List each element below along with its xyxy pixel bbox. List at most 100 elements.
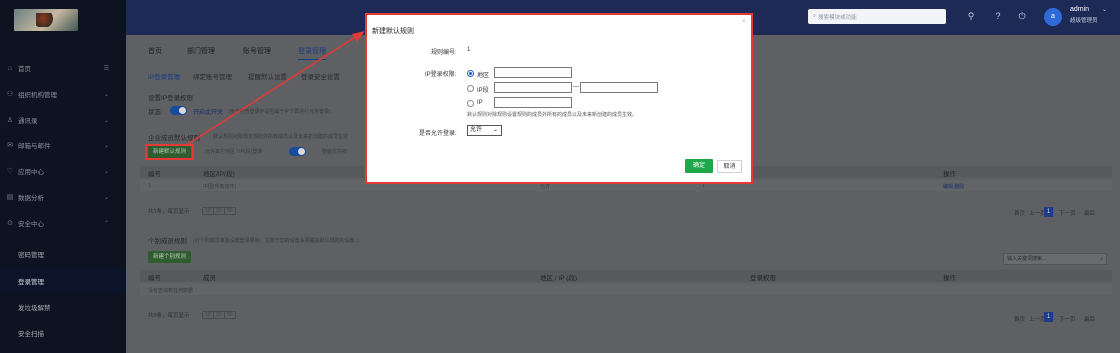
col-member: 成员 (203, 275, 216, 282)
pager-next[interactable]: 下一页 (1059, 315, 1076, 323)
sidebar-item-org[interactable]: ⚇ 组织机构管理 ⌄ (0, 81, 126, 107)
chevron-down-icon: ⌄ (103, 142, 109, 149)
mail-icon: ✉ (7, 142, 13, 149)
sidebar-item-home[interactable]: ⌂ 首页 ☰ (0, 55, 126, 81)
col-region: 地区/IP(段) (203, 171, 235, 178)
chevron-down-icon: ⌄ (103, 194, 109, 201)
subtab-ip-login[interactable]: IP登录管理 (148, 71, 180, 81)
ip-perm-label: IP登录权限: (425, 72, 457, 78)
pager-first[interactable]: 首页 (1014, 315, 1025, 323)
chart-icon: ▤ (6, 194, 14, 201)
col-region-ip: 地区 / IP (段) (540, 275, 578, 282)
power-icon[interactable]: ⏻ (1016, 10, 1028, 22)
ip-input[interactable] (494, 97, 572, 108)
sidebar-item-label: 通讯录 (18, 118, 38, 125)
home-icon: ⌂ (7, 64, 13, 72)
radio-ip[interactable] (467, 100, 474, 107)
row-id: 1 (148, 183, 151, 189)
sidebar-item-mail[interactable]: ✉ 邮箱与邮件 ⌄ (0, 132, 126, 158)
pager-first[interactable]: 首页 (1014, 209, 1025, 217)
chevron-down-icon: ⌄ (103, 91, 109, 98)
rule-note: 默认规则对除规则设置规则的成员外所有的成员以及未来新创建的成员生效。 (467, 112, 638, 118)
pager-next[interactable]: 下一页 (1059, 209, 1076, 217)
col-login-perm: 登录权限 (750, 275, 776, 282)
sidebar-item-label: 首页 (18, 66, 31, 73)
sidebar-item-apps[interactable]: ♡ 应用中心 ⌄ (0, 158, 126, 184)
page-size-50[interactable]: 50 (224, 207, 236, 215)
rule-no-value: 1 (467, 47, 471, 53)
cancel-button[interactable]: 取消 (717, 160, 742, 173)
annotation-arrow (187, 31, 365, 145)
sidebar-item-label: 数据分析 (18, 195, 44, 202)
row-permission: 允许 (540, 184, 551, 190)
pager-current[interactable]: 1 (1044, 312, 1053, 322)
sidebar-item-contacts[interactable]: ♙ 通讯录 ⌄ (0, 107, 126, 133)
table-row (140, 284, 1112, 295)
ip-range-end-input[interactable] (580, 82, 658, 93)
tab-home[interactable]: 首页 (148, 46, 162, 56)
ip-range-start-input[interactable] (494, 82, 572, 93)
sidebar-subitem-password[interactable]: 密码管理 (0, 241, 126, 266)
rule-no-label: 规则编号: (431, 50, 457, 56)
dialog-title: 新建默认规则 (372, 28, 414, 35)
menu-collapse-icon[interactable]: ☰ (104, 65, 109, 72)
chevron-down-icon[interactable]: ⌄ (1102, 6, 1107, 13)
row-actions-edit-delete[interactable]: 编辑 删除 (943, 183, 964, 190)
page-size-20[interactable]: 20 (213, 311, 225, 319)
row-region: 中国(所有省市) (203, 184, 237, 190)
radio-region-label: 地区 (477, 73, 490, 79)
add-member-rule-button[interactable]: 新建个别规则 (148, 251, 192, 263)
chevron-down-icon: ⌄ (103, 117, 109, 124)
search-icon[interactable]: ⌕ (1100, 254, 1103, 264)
empty-state: 没有查询到任何数据 (148, 288, 194, 294)
keyword-search-input[interactable]: 输入关键词搜索... ⌕ (1003, 253, 1107, 265)
chevron-down-icon: ⌄ (103, 168, 109, 175)
search-placeholder: 搜索模块或功能 (818, 14, 857, 21)
contacts-icon: ♙ (6, 117, 14, 124)
radio-ip-range-label: IP段 (477, 88, 489, 94)
pager-current[interactable]: 1 (1044, 207, 1053, 217)
sidebar-item-label: 邮箱与邮件 (18, 143, 51, 150)
sidebar-item-label: 组织机构管理 (18, 92, 57, 99)
page-size-20[interactable]: 20 (213, 207, 225, 215)
search-icon: ⌕ (813, 13, 817, 19)
username[interactable]: admin (1070, 6, 1089, 13)
pager-last[interactable]: 最后 (1084, 209, 1095, 217)
radio-region[interactable] (467, 70, 474, 77)
status-label: 状态: (148, 109, 163, 116)
company-logo (14, 9, 78, 31)
avatar[interactable]: a (1044, 8, 1062, 26)
sidebar-subitem-scan[interactable]: 安全扫描 (0, 320, 126, 345)
sidebar-subitem-spam-unblock[interactable]: 发垃圾解禁 (0, 294, 126, 319)
sidebar-item-label: 安全中心 (18, 221, 44, 228)
region-input[interactable] (494, 67, 572, 78)
sidebar-item-security[interactable]: ⊙ 安全中心 ⌃ (0, 210, 126, 236)
app-icon: ♡ (6, 168, 14, 175)
allow-login-label: 是否允许登录: (419, 131, 457, 137)
member-rules-title: 个别成员规则 (148, 238, 187, 245)
member-rules-hint: (对个别成员单独设置登录限制，生效于您的设置会更覆盖默认规则的设置。) (193, 238, 359, 244)
keyword-placeholder: 输入关键词搜索... (1007, 256, 1047, 262)
radio-ip-range[interactable] (467, 85, 474, 92)
col-actions: 操作 (943, 171, 956, 178)
close-icon[interactable]: × (742, 19, 746, 25)
chevron-up-icon: ⌃ (103, 220, 109, 227)
sidebar-subitem-login[interactable]: 登录管理 (0, 268, 126, 293)
radio-ip-label: IP (477, 100, 483, 106)
allow-login-select[interactable]: 允许 ⌄ (467, 125, 502, 136)
sidebar-item-analytics[interactable]: ▤ 数据分析 ⌄ (0, 184, 126, 210)
pager-last[interactable]: 最后 (1084, 315, 1095, 323)
shield-icon: ⊙ (7, 220, 13, 227)
chevron-down-icon: ⌄ (492, 127, 498, 133)
location-icon[interactable]: ⚲ (965, 10, 977, 22)
allow-login-value: 允许 (470, 127, 483, 133)
page-size-10[interactable]: 10 (202, 311, 214, 319)
page-size-50[interactable]: 50 (224, 311, 236, 319)
pager-summary: 共0条，每页显示 (148, 313, 190, 319)
global-search-input[interactable]: ⌕ 搜索模块或功能 (808, 9, 946, 24)
sidebar-item-label: 应用中心 (18, 169, 44, 176)
pager-summary: 共1条，每页显示 (148, 209, 190, 215)
page-size-10[interactable]: 10 (202, 207, 214, 215)
confirm-button[interactable]: 确定 (685, 159, 713, 173)
help-icon[interactable]: ? (992, 10, 1004, 22)
